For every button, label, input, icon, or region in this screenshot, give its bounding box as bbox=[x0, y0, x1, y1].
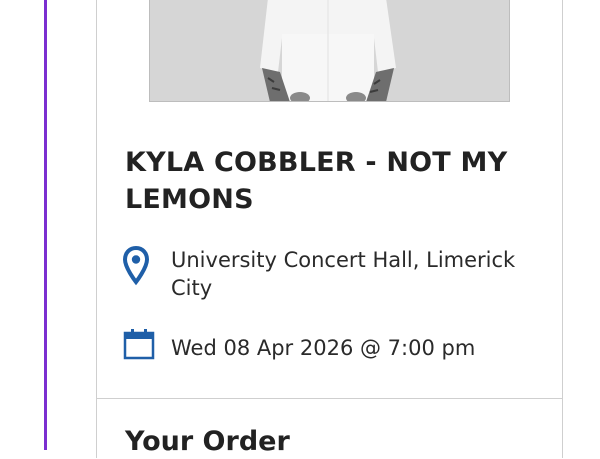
order-heading: Your Order bbox=[125, 426, 290, 457]
date-time-text: Wed 08 Apr 2026 @ 7:00 pm bbox=[171, 336, 476, 360]
left-accent-border bbox=[44, 0, 47, 450]
performer-photo bbox=[150, 0, 509, 101]
venue-text: University Concert Hall, Limerick City bbox=[171, 248, 516, 300]
event-card: KYLA COBBLER - NOT MY LEMONS University … bbox=[96, 0, 563, 458]
section-divider bbox=[97, 398, 562, 399]
event-image bbox=[149, 0, 510, 102]
event-title: KYLA COBBLER - NOT MY LEMONS bbox=[125, 147, 508, 215]
location-pin-icon bbox=[122, 245, 150, 290]
calendar-icon bbox=[123, 328, 155, 364]
